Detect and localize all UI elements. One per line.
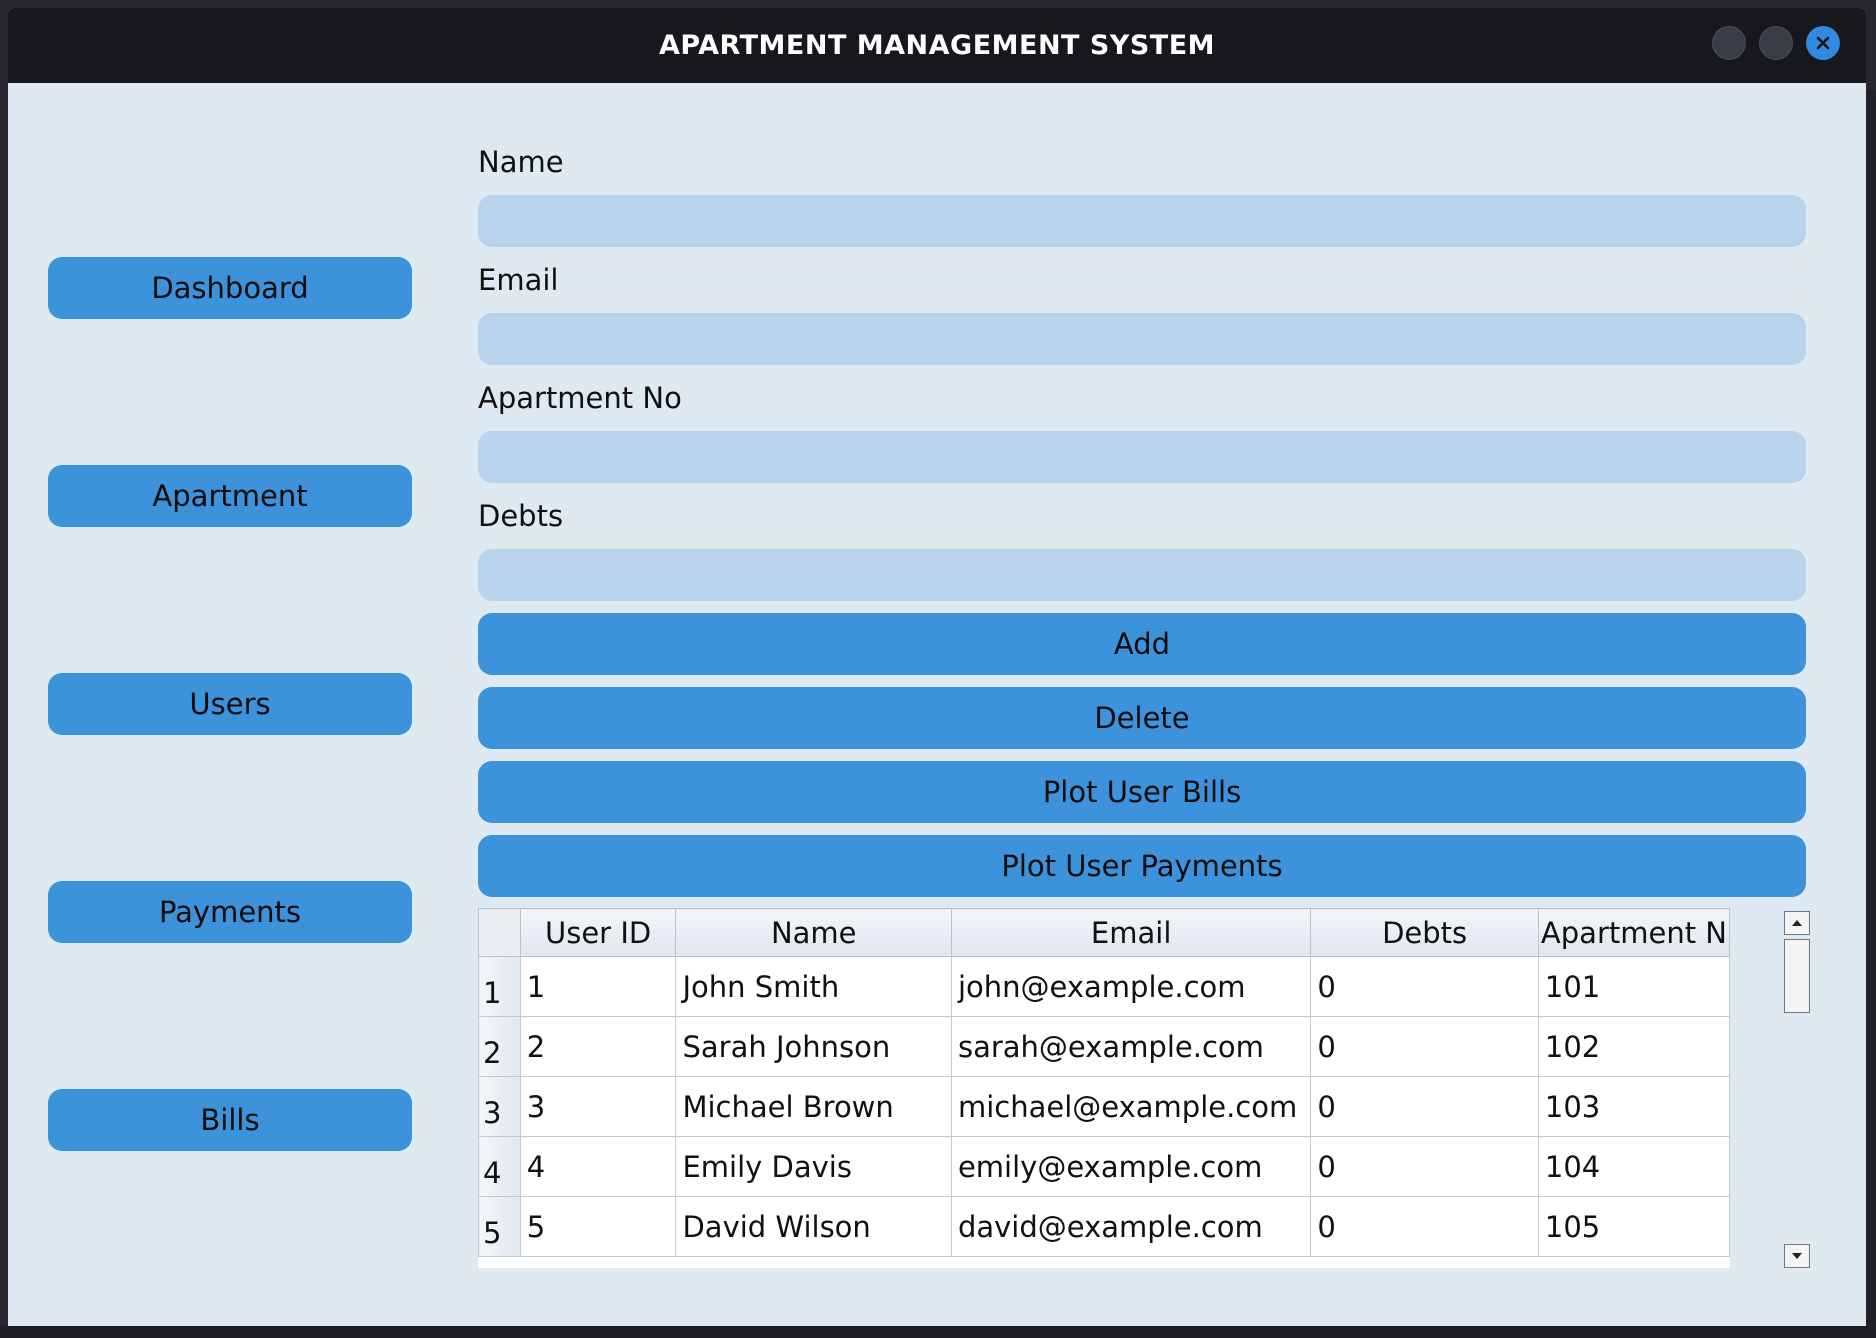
table-row[interactable]: 1 1 John Smith john@example.com 0 101: [478, 956, 1730, 1017]
cell-apartment-no[interactable]: 103: [1537, 1076, 1730, 1137]
close-button[interactable]: [1806, 26, 1840, 60]
column-header-apartment-no[interactable]: Apartment N: [1537, 908, 1730, 957]
cell-email[interactable]: david@example.com: [950, 1196, 1312, 1257]
cell-name[interactable]: John Smith: [675, 956, 952, 1017]
cell-user-id[interactable]: 2: [519, 1016, 677, 1077]
cell-debts[interactable]: 0: [1310, 1016, 1539, 1077]
cell-user-id[interactable]: 1: [519, 956, 677, 1017]
cell-email[interactable]: emily@example.com: [950, 1136, 1312, 1197]
cell-user-id[interactable]: 4: [519, 1136, 677, 1197]
cell-apartment-no[interactable]: 102: [1537, 1016, 1730, 1077]
maximize-button[interactable]: [1759, 26, 1793, 60]
table-header-row: User ID Name Email Debts Apartment N: [478, 908, 1730, 957]
table-row[interactable]: 3 3 Michael Brown michael@example.com 0 …: [478, 1076, 1730, 1137]
cell-user-id[interactable]: 5: [519, 1196, 677, 1257]
close-icon: [1816, 36, 1830, 50]
delete-button[interactable]: Delete: [478, 687, 1806, 749]
name-label: Name: [478, 145, 564, 179]
sidebar-item-payments[interactable]: Payments: [48, 881, 412, 943]
plot-user-bills-button[interactable]: Plot User Bills: [478, 761, 1806, 823]
name-field[interactable]: [478, 195, 1806, 247]
minimize-button[interactable]: [1712, 26, 1746, 60]
sidebar-item-users[interactable]: Users: [48, 673, 412, 735]
cell-email[interactable]: john@example.com: [950, 956, 1312, 1017]
sidebar-item-apartment[interactable]: Apartment: [48, 465, 412, 527]
sidebar-item-dashboard[interactable]: Dashboard: [48, 257, 412, 319]
apartment-no-field[interactable]: [478, 431, 1806, 483]
scrollbar-thumb[interactable]: [1784, 939, 1810, 1013]
debts-label: Debts: [478, 499, 564, 533]
email-field[interactable]: [478, 313, 1806, 365]
row-number[interactable]: 2: [478, 1016, 521, 1077]
desktop-taskbar-edge: [0, 1326, 1876, 1338]
users-table[interactable]: User ID Name Email Debts Apartment N 1 1…: [478, 908, 1730, 1268]
cell-email[interactable]: sarah@example.com: [950, 1016, 1312, 1077]
row-number[interactable]: 5: [478, 1196, 521, 1257]
desktop-edge: [1866, 90, 1876, 1330]
debts-field[interactable]: [478, 549, 1806, 601]
table-corner[interactable]: [478, 908, 521, 957]
cell-debts[interactable]: 0: [1310, 1196, 1539, 1257]
scroll-down-button[interactable]: [1784, 1244, 1810, 1268]
column-header-debts[interactable]: Debts: [1310, 908, 1539, 957]
app-window: APARTMENT MANAGEMENT SYSTEM Dashboard Ap…: [8, 8, 1866, 1326]
row-number[interactable]: 3: [478, 1076, 521, 1137]
row-number[interactable]: 1: [478, 956, 521, 1017]
sidebar-item-bills[interactable]: Bills: [48, 1089, 412, 1151]
table-row[interactable]: 2 2 Sarah Johnson sarah@example.com 0 10…: [478, 1016, 1730, 1077]
cell-name[interactable]: David Wilson: [675, 1196, 952, 1257]
cell-apartment-no[interactable]: 105: [1537, 1196, 1730, 1257]
table-row[interactable]: 4 4 Emily Davis emily@example.com 0 104: [478, 1136, 1730, 1197]
title-bar[interactable]: APARTMENT MANAGEMENT SYSTEM: [8, 8, 1866, 83]
cell-apartment-no[interactable]: 101: [1537, 956, 1730, 1017]
cell-name[interactable]: Michael Brown: [675, 1076, 952, 1137]
cell-debts[interactable]: 0: [1310, 956, 1539, 1017]
cell-debts[interactable]: 0: [1310, 1136, 1539, 1197]
plot-user-payments-button[interactable]: Plot User Payments: [478, 835, 1806, 897]
cell-apartment-no[interactable]: 104: [1537, 1136, 1730, 1197]
column-header-user-id[interactable]: User ID: [519, 908, 677, 957]
cell-email[interactable]: michael@example.com: [950, 1076, 1312, 1137]
column-header-name[interactable]: Name: [675, 908, 952, 957]
apartment-no-label: Apartment No: [478, 381, 682, 415]
table-vertical-scrollbar[interactable]: [1784, 911, 1810, 1268]
cell-name[interactable]: Emily Davis: [675, 1136, 952, 1197]
scroll-up-button[interactable]: [1784, 911, 1810, 935]
cell-debts[interactable]: 0: [1310, 1076, 1539, 1137]
column-header-email[interactable]: Email: [950, 908, 1312, 957]
cell-name[interactable]: Sarah Johnson: [675, 1016, 952, 1077]
table-row[interactable]: 5 5 David Wilson david@example.com 0 105: [478, 1196, 1730, 1257]
window-title: APARTMENT MANAGEMENT SYSTEM: [658, 30, 1216, 61]
email-label: Email: [478, 263, 559, 297]
arrow-down-icon: [1792, 1253, 1802, 1259]
arrow-up-icon: [1792, 920, 1802, 926]
cell-user-id[interactable]: 3: [519, 1076, 677, 1137]
row-number[interactable]: 4: [478, 1136, 521, 1197]
add-button[interactable]: Add: [478, 613, 1806, 675]
